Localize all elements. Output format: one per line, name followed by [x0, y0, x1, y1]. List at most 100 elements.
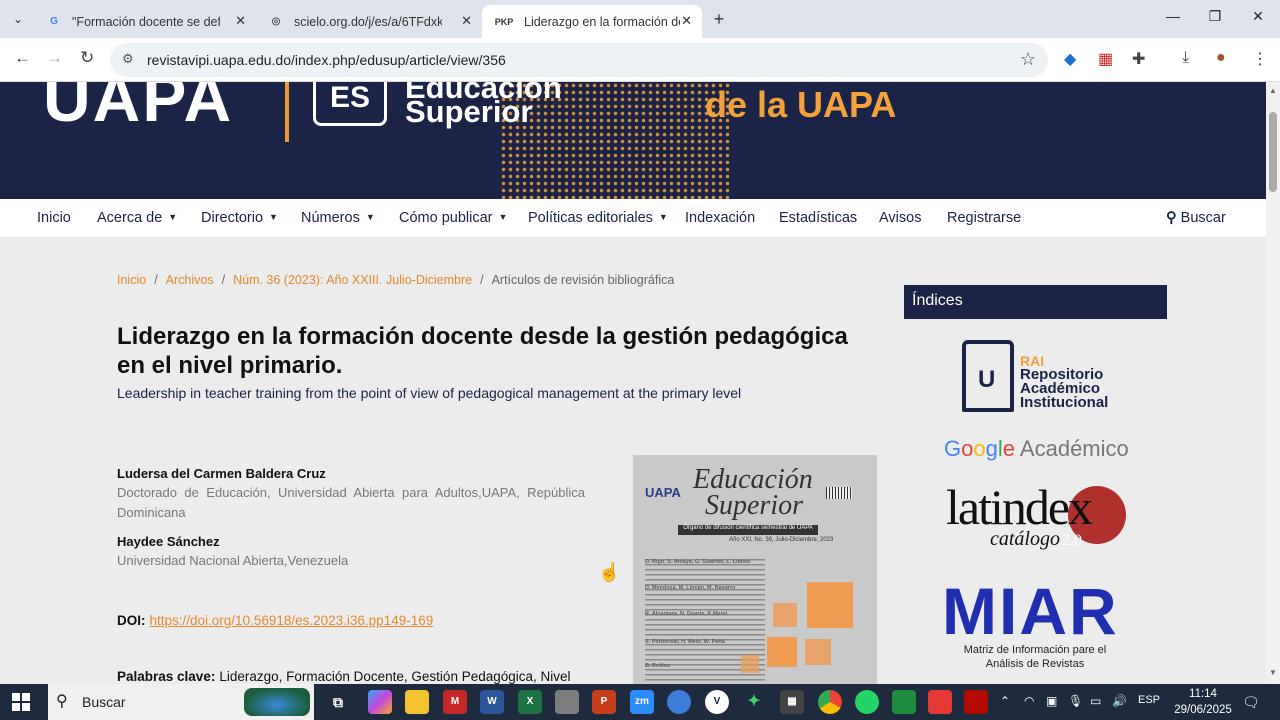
- google-academico-logo[interactable]: Google Académico: [944, 436, 1129, 462]
- cover-title-line2: Superior: [705, 490, 803, 521]
- miar-logo[interactable]: MIAR: [942, 578, 1119, 644]
- taskbar-search[interactable]: ⚲ Buscar: [48, 684, 314, 720]
- nav-label: Estadísticas: [779, 210, 858, 226]
- doi-link[interactable]: https://doi.org/10.56918/es.2023.i36.pp1…: [150, 613, 434, 628]
- tab-formacion[interactable]: G "Formación docente se define ✕: [34, 5, 256, 38]
- issue-cover-image[interactable]: UAPA Educación Superior Órgano de difusi…: [633, 455, 877, 684]
- microphone-icon[interactable]: 🎙: [1068, 694, 1083, 708]
- article-title: Liderazgo en la formación docente desde …: [117, 323, 848, 379]
- taskbar-clock[interactable]: 11:14 29/06/2025: [1172, 686, 1234, 718]
- wifi-icon[interactable]: ◠: [1024, 694, 1034, 708]
- nav-directorio[interactable]: Directorio ▼: [201, 210, 278, 226]
- scroll-up-icon[interactable]: ▲: [1269, 86, 1277, 95]
- tray-app-icon[interactable]: ▣: [1046, 694, 1057, 708]
- main-nav: Inicio Acerca de ▼ Directorio ▼ Números ▼ C…: [0, 199, 1266, 238]
- whatsapp-icon[interactable]: [855, 690, 879, 714]
- breadcrumb-inicio[interactable]: Inicio: [117, 273, 146, 287]
- author-name: Ludersa del Carmen Baldera Cruz: [117, 466, 326, 481]
- browser-toolbar: ← → ↻ ⚙ revistavipi.uapa.edu.do/index.ph…: [0, 38, 1280, 82]
- tab-search-button[interactable]: ⌄: [6, 7, 30, 31]
- keywords-text: Liderazgo, Formación Docente, Gestión Pe…: [219, 669, 571, 684]
- nav-estadisticas[interactable]: Estadísticas: [779, 210, 857, 226]
- nav-search-button[interactable]: ⚲ Buscar: [1166, 210, 1226, 226]
- rai-logo[interactable]: RAI Repositorio Académico Institucional: [1020, 354, 1108, 410]
- tab-scielo[interactable]: ◎ scielo.org.do/j/es/a/6TFdxk9Lc ✕: [256, 5, 482, 38]
- close-tab-icon[interactable]: ✕: [461, 13, 472, 29]
- extensions-puzzle-icon[interactable]: ✚: [1132, 49, 1145, 69]
- acrobat-icon[interactable]: [964, 690, 988, 714]
- nav-numeros[interactable]: Números ▼: [301, 210, 375, 226]
- windows-start-icon[interactable]: [12, 693, 30, 711]
- banner-divider: [285, 82, 289, 142]
- copilot-icon[interactable]: [368, 690, 392, 714]
- google-letter: g: [985, 436, 998, 461]
- cover-logo: UAPA: [645, 485, 681, 500]
- download-icon[interactable]: ⤓: [1182, 49, 1189, 67]
- nav-como-publicar[interactable]: Cómo publicar ▼: [399, 210, 507, 226]
- tab-liderazgo[interactable]: PKP Liderazgo en la formación doce ✕: [482, 5, 702, 38]
- scrollbar-thumb[interactable]: [1269, 112, 1277, 192]
- paint-icon[interactable]: [555, 690, 579, 714]
- maximize-icon[interactable]: ❐: [1200, 8, 1230, 25]
- google-icon: G: [50, 16, 58, 27]
- close-window-icon[interactable]: ✕: [1243, 8, 1273, 25]
- back-arrow-icon[interactable]: ←: [14, 48, 31, 68]
- app-red-icon[interactable]: M: [443, 690, 467, 714]
- miar-subtitle: Matriz de Información pare el Análisis d…: [940, 643, 1130, 671]
- app-red2-icon[interactable]: [928, 690, 952, 714]
- site-info-icon[interactable]: ⚙: [122, 51, 134, 67]
- language-indicator[interactable]: ESP: [1138, 694, 1160, 706]
- app-blue-icon[interactable]: [667, 690, 691, 714]
- nav-label: Inicio: [37, 210, 71, 226]
- nav-registrarse[interactable]: Registrarse: [947, 210, 1021, 226]
- excel-icon[interactable]: X: [518, 690, 542, 714]
- scroll-down-icon[interactable]: ▼: [1269, 668, 1277, 677]
- rai-book-icon[interactable]: U: [962, 340, 1014, 412]
- calculator-icon[interactable]: ▦: [780, 690, 804, 714]
- volume-icon[interactable]: 🔊: [1112, 694, 1127, 708]
- shield-extension-icon[interactable]: ◆: [1064, 49, 1076, 69]
- chrome-icon[interactable]: [818, 690, 842, 714]
- nav-inicio[interactable]: Inicio: [37, 210, 71, 226]
- close-tab-icon[interactable]: ✕: [681, 13, 692, 29]
- forward-arrow-icon[interactable]: →: [46, 48, 63, 68]
- bookmark-star-icon[interactable]: ☆: [1020, 49, 1036, 70]
- nav-politicas-editoriales[interactable]: Políticas editoriales ▼: [528, 210, 668, 226]
- cover-tagline: Órgano de difusión científica semestral …: [678, 525, 818, 535]
- word-icon[interactable]: W: [480, 690, 504, 714]
- close-tab-icon[interactable]: ✕: [235, 13, 246, 29]
- nav-avisos[interactable]: Avisos: [879, 210, 921, 226]
- task-view-icon[interactable]: ⧉: [326, 690, 350, 714]
- menu-kebab-icon[interactable]: ⋮: [1252, 49, 1268, 69]
- app-green-icon[interactable]: ✦: [742, 690, 766, 714]
- battery-icon[interactable]: ▭: [1090, 694, 1101, 708]
- app-v-icon[interactable]: V: [705, 690, 729, 714]
- vertical-scrollbar[interactable]: ▲ ▼: [1266, 82, 1280, 684]
- nav-label: Avisos: [879, 210, 922, 226]
- notification-icon[interactable]: 🗨: [1242, 694, 1260, 711]
- author-name: Haydee Sánchez: [117, 534, 220, 549]
- nav-label: Directorio: [201, 210, 264, 226]
- nav-indexacion[interactable]: Indexación: [685, 210, 755, 226]
- url-text: revistavipi.uapa.edu.do/index.php/edusup…: [147, 52, 506, 68]
- minimize-icon[interactable]: —: [1158, 8, 1188, 24]
- zoom-icon[interactable]: zm: [630, 690, 654, 714]
- address-bar[interactable]: ⚙ revistavipi.uapa.edu.do/index.php/edus…: [110, 43, 1048, 77]
- breadcrumb-archivos[interactable]: Archivos: [166, 273, 214, 287]
- breadcrumb-issue[interactable]: Núm. 36 (2023): Año XXIII. Julio-Diciemb…: [233, 273, 472, 287]
- catalog-word: catálogo: [990, 528, 1060, 550]
- clock-date: 29/06/2025: [1174, 704, 1232, 716]
- new-tab-button[interactable]: +: [707, 7, 731, 31]
- search-icon: ⚲: [56, 693, 68, 710]
- sidebar-heading: Índices: [904, 285, 1167, 319]
- reload-icon[interactable]: ↻: [80, 48, 94, 68]
- powerpoint-icon[interactable]: P: [592, 690, 616, 714]
- tray-chevron-icon[interactable]: ⌃: [1000, 694, 1010, 708]
- profile-avatar[interactable]: ●: [1216, 49, 1226, 67]
- tab-title: scielo.org.do/j/es/a/6TFdxk9Lc: [294, 14, 442, 29]
- catalog-version: 2.0: [1062, 532, 1082, 549]
- file-explorer-icon[interactable]: [405, 690, 429, 714]
- camtasia-icon[interactable]: [892, 690, 916, 714]
- extension-red-icon[interactable]: ▦: [1098, 49, 1113, 69]
- nav-acerca-de[interactable]: Acerca de ▼: [97, 210, 177, 226]
